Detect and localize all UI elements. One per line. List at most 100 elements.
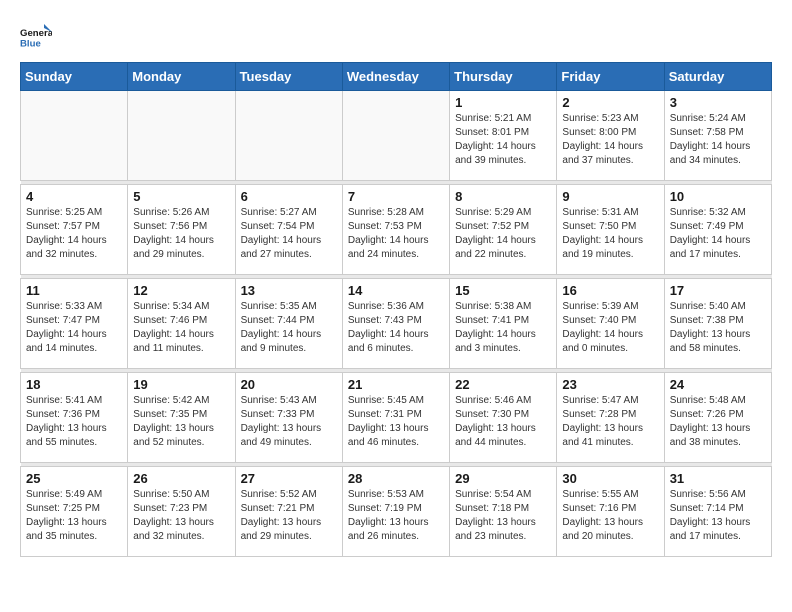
day-info: Sunrise: 5:32 AM Sunset: 7:49 PM Dayligh… [670, 206, 766, 262]
calendar-cell: 29 Sunrise: 5:54 AM Sunset: 7:18 PM Dayli… [450, 467, 557, 557]
calendar-cell: 5 Sunrise: 5:26 AM Sunset: 7:56 PM Daylig… [128, 185, 235, 275]
weekday-header-thursday: Thursday [450, 63, 557, 91]
calendar-week-row: 4 Sunrise: 5:25 AM Sunset: 7:57 PM Daylig… [21, 185, 772, 275]
day-info: Sunrise: 5:48 AM Sunset: 7:26 PM Dayligh… [670, 394, 766, 450]
day-number: 20 [241, 377, 337, 392]
day-number: 15 [455, 283, 551, 298]
day-number: 22 [455, 377, 551, 392]
calendar-cell: 9Sunrise: 5:31 AM Sunset: 7:50 PM Daylig… [557, 185, 664, 275]
day-number: 11 [26, 283, 122, 298]
day-info: Sunrise: 5:35 AM Sunset: 7:44 PM Dayligh… [241, 300, 337, 356]
day-info: Sunrise: 5:42 AM Sunset: 7:35 PM Dayligh… [133, 394, 229, 450]
day-info: Sunrise: 5:36 AM Sunset: 7:43 PM Dayligh… [348, 300, 444, 356]
calendar-cell: 18 Sunrise: 5:41 AM Sunset: 7:36 PM Dayli… [21, 373, 128, 463]
day-number: 6 [241, 189, 337, 204]
calendar-cell: 20 Sunrise: 5:43 AM Sunset: 7:33 PM Dayli… [235, 373, 342, 463]
day-number: 30 [562, 471, 658, 486]
day-info: Sunrise: 5:26 AM Sunset: 7:56 PM Dayligh… [133, 206, 229, 262]
calendar-cell [21, 91, 128, 181]
day-number: 28 [348, 471, 444, 486]
day-number: 10 [670, 189, 766, 204]
calendar-cell: 15 Sunrise: 5:38 AM Sunset: 7:41 PM Dayli… [450, 279, 557, 369]
calendar-cell: 25 Sunrise: 5:49 AM Sunset: 7:25 PM Dayli… [21, 467, 128, 557]
day-number: 26 [133, 471, 229, 486]
day-info: Sunrise: 5:27 AM Sunset: 7:54 PM Dayligh… [241, 206, 337, 262]
calendar-cell: 30Sunrise: 5:55 AM Sunset: 7:16 PM Dayli… [557, 467, 664, 557]
day-info: Sunrise: 5:43 AM Sunset: 7:33 PM Dayligh… [241, 394, 337, 450]
weekday-header-wednesday: Wednesday [342, 63, 449, 91]
calendar-cell: 10 Sunrise: 5:32 AM Sunset: 7:49 PM Dayli… [664, 185, 771, 275]
day-number: 19 [133, 377, 229, 392]
day-number: 27 [241, 471, 337, 486]
day-info: Sunrise: 5:24 AM Sunset: 7:58 PM Dayligh… [670, 112, 766, 168]
day-info: Sunrise: 5:49 AM Sunset: 7:25 PM Dayligh… [26, 488, 122, 544]
day-number: 5 [133, 189, 229, 204]
day-info: Sunrise: 5:39 AM Sunset: 7:40 PM Dayligh… [562, 300, 658, 356]
day-info: Sunrise: 5:53 AM Sunset: 7:19 PM Dayligh… [348, 488, 444, 544]
logo: General Blue [20, 20, 56, 52]
calendar-cell: 26 Sunrise: 5:50 AM Sunset: 7:23 PM Dayli… [128, 467, 235, 557]
calendar-cell: 27 Sunrise: 5:52 AM Sunset: 7:21 PM Dayli… [235, 467, 342, 557]
calendar-cell [342, 91, 449, 181]
weekday-header-friday: Friday [557, 63, 664, 91]
day-info: Sunrise: 5:56 AM Sunset: 7:14 PM Dayligh… [670, 488, 766, 544]
calendar-cell: 12Sunrise: 5:34 AM Sunset: 7:46 PM Dayli… [128, 279, 235, 369]
day-info: Sunrise: 5:52 AM Sunset: 7:21 PM Dayligh… [241, 488, 337, 544]
svg-text:Blue: Blue [20, 38, 41, 49]
calendar-cell: 16 Sunrise: 5:39 AM Sunset: 7:40 PM Dayli… [557, 279, 664, 369]
day-number: 31 [670, 471, 766, 486]
day-info: Sunrise: 5:46 AM Sunset: 7:30 PM Dayligh… [455, 394, 551, 450]
day-number: 14 [348, 283, 444, 298]
day-info: Sunrise: 5:47 AM Sunset: 7:28 PM Dayligh… [562, 394, 658, 450]
day-number: 4 [26, 189, 122, 204]
calendar-week-row: 25 Sunrise: 5:49 AM Sunset: 7:25 PM Dayli… [21, 467, 772, 557]
calendar-cell [128, 91, 235, 181]
calendar-cell: 23 Sunrise: 5:47 AM Sunset: 7:28 PM Dayli… [557, 373, 664, 463]
weekday-header-tuesday: Tuesday [235, 63, 342, 91]
calendar-cell: 21 Sunrise: 5:45 AM Sunset: 7:31 PM Dayli… [342, 373, 449, 463]
calendar-cell: 17 Sunrise: 5:40 AM Sunset: 7:38 PM Dayli… [664, 279, 771, 369]
day-info: Sunrise: 5:25 AM Sunset: 7:57 PM Dayligh… [26, 206, 122, 262]
calendar-cell [235, 91, 342, 181]
day-info: Sunrise: 5:54 AM Sunset: 7:18 PM Dayligh… [455, 488, 551, 544]
day-number: 25 [26, 471, 122, 486]
day-info: Sunrise: 5:33 AM Sunset: 7:47 PM Dayligh… [26, 300, 122, 356]
day-info: Sunrise: 5:50 AM Sunset: 7:23 PM Dayligh… [133, 488, 229, 544]
day-info: Sunrise: 5:40 AM Sunset: 7:38 PM Dayligh… [670, 300, 766, 356]
calendar-cell: 19 Sunrise: 5:42 AM Sunset: 7:35 PM Dayli… [128, 373, 235, 463]
calendar-week-row: 18 Sunrise: 5:41 AM Sunset: 7:36 PM Dayli… [21, 373, 772, 463]
day-number: 16 [562, 283, 658, 298]
logo-icon: General Blue [20, 20, 52, 52]
calendar-cell: 24Sunrise: 5:48 AM Sunset: 7:26 PM Dayli… [664, 373, 771, 463]
day-info: Sunrise: 5:23 AM Sunset: 8:00 PM Dayligh… [562, 112, 658, 168]
day-info: Sunrise: 5:38 AM Sunset: 7:41 PM Dayligh… [455, 300, 551, 356]
day-info: Sunrise: 5:45 AM Sunset: 7:31 PM Dayligh… [348, 394, 444, 450]
calendar-header-row: SundayMondayTuesdayWednesdayThursdayFrid… [21, 63, 772, 91]
day-number: 7 [348, 189, 444, 204]
day-number: 8 [455, 189, 551, 204]
calendar-cell: 2 Sunrise: 5:23 AM Sunset: 8:00 PM Daylig… [557, 91, 664, 181]
weekday-header-saturday: Saturday [664, 63, 771, 91]
svg-text:General: General [20, 28, 52, 39]
day-info: Sunrise: 5:41 AM Sunset: 7:36 PM Dayligh… [26, 394, 122, 450]
day-number: 21 [348, 377, 444, 392]
calendar-cell: 1 Sunrise: 5:21 AM Sunset: 8:01 PM Daylig… [450, 91, 557, 181]
day-number: 29 [455, 471, 551, 486]
weekday-header-sunday: Sunday [21, 63, 128, 91]
day-number: 1 [455, 95, 551, 110]
day-number: 3 [670, 95, 766, 110]
day-number: 2 [562, 95, 658, 110]
calendar-cell: 11 Sunrise: 5:33 AM Sunset: 7:47 PM Dayli… [21, 279, 128, 369]
calendar-cell: 13Sunrise: 5:35 AM Sunset: 7:44 PM Dayli… [235, 279, 342, 369]
calendar-cell: 6 Sunrise: 5:27 AM Sunset: 7:54 PM Daylig… [235, 185, 342, 275]
calendar-cell: 14 Sunrise: 5:36 AM Sunset: 7:43 PM Dayli… [342, 279, 449, 369]
day-info: Sunrise: 5:21 AM Sunset: 8:01 PM Dayligh… [455, 112, 551, 168]
day-number: 23 [562, 377, 658, 392]
calendar-cell: 28 Sunrise: 5:53 AM Sunset: 7:19 PM Dayli… [342, 467, 449, 557]
calendar-cell: 22 Sunrise: 5:46 AM Sunset: 7:30 PM Dayli… [450, 373, 557, 463]
calendar-cell: 3 Sunrise: 5:24 AM Sunset: 7:58 PM Daylig… [664, 91, 771, 181]
calendar-cell: 4 Sunrise: 5:25 AM Sunset: 7:57 PM Daylig… [21, 185, 128, 275]
calendar-cell: 7Sunrise: 5:28 AM Sunset: 7:53 PM Daylig… [342, 185, 449, 275]
day-number: 17 [670, 283, 766, 298]
day-number: 18 [26, 377, 122, 392]
